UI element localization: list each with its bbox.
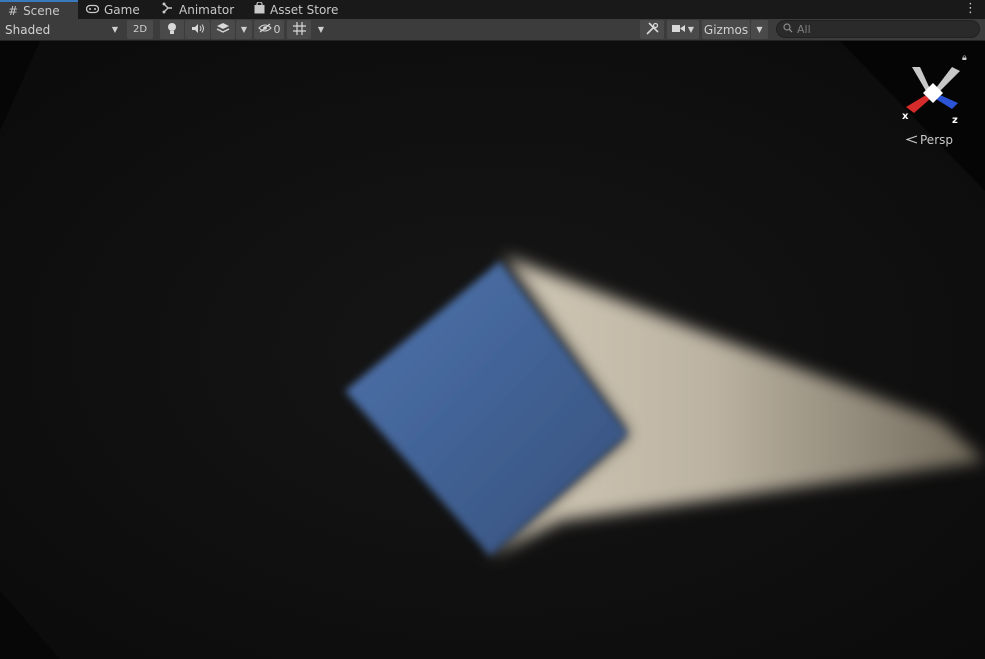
orientation-gizmo[interactable]: x z: [900, 63, 966, 125]
projection-label: Persp: [920, 133, 953, 147]
lighting-toggle[interactable]: [160, 20, 184, 39]
audio-toggle[interactable]: [185, 20, 210, 39]
store-bag-icon: [254, 1, 265, 17]
tab-label: Scene: [23, 3, 60, 18]
hidden-count: 0: [273, 23, 281, 36]
tab-animator[interactable]: Animator: [162, 0, 234, 19]
window-tab-bar: # Scene Game Animator Asset Store ⋮: [0, 0, 985, 20]
mode-2d-label: 2D: [132, 24, 148, 35]
tab-label: Asset Store: [270, 2, 339, 17]
grid-dropdown[interactable]: ▼: [313, 20, 329, 39]
camera-icon: [671, 23, 685, 36]
x-axis-label: x: [902, 111, 909, 122]
perspective-icon: [905, 133, 918, 147]
projection-toggle[interactable]: Persp: [905, 133, 953, 147]
animator-icon: [162, 2, 174, 17]
gizmos-label: Gizmos: [703, 22, 749, 37]
draw-mode-label: Shaded: [5, 22, 51, 37]
tools-toggle[interactable]: [640, 20, 664, 39]
x-axis-cone[interactable]: [906, 95, 930, 113]
chevron-down-icon: ▼: [240, 25, 248, 34]
tab-label: Animator: [179, 2, 235, 17]
chevron-down-icon: ▼: [111, 25, 118, 34]
z-axis-label: z: [952, 115, 958, 125]
scene-render: [0, 41, 985, 659]
speaker-icon: [191, 23, 205, 37]
gizmos-toggle[interactable]: Gizmos: [702, 20, 750, 39]
hidden-eye-icon: [257, 23, 272, 36]
gizmos-dropdown[interactable]: ▼: [751, 20, 768, 39]
search-icon: [783, 22, 793, 36]
grid-icon: #: [8, 3, 19, 18]
scene-visibility-toggle[interactable]: 0: [254, 20, 284, 39]
lock-icon[interactable]: 🔒︎: [962, 53, 967, 63]
layers-effects-icon: [216, 22, 230, 37]
tab-game[interactable]: Game: [85, 0, 140, 19]
more-options-icon[interactable]: ⋮: [964, 1, 977, 16]
mode-2d-toggle[interactable]: 2D: [127, 20, 153, 39]
chevron-down-icon: ▼: [687, 25, 695, 34]
tab-label: Game: [104, 2, 140, 17]
lightbulb-icon: [167, 22, 177, 38]
search-field[interactable]: All: [776, 20, 980, 38]
scene-toolbar: Shaded ▼ 2D ▼ 0 ▼ ▼ Gizmos ▼ All: [0, 19, 985, 41]
draw-mode-dropdown[interactable]: Shaded ▼: [2, 20, 122, 39]
effects-dropdown[interactable]: ▼: [236, 20, 252, 39]
chevron-down-icon: ▼: [756, 25, 763, 34]
effects-toggle[interactable]: [211, 20, 235, 39]
y-cone-up-right[interactable]: [936, 67, 960, 91]
grid-snap-icon: [292, 21, 306, 38]
z-axis-cone[interactable]: [936, 95, 958, 109]
y-cone-up-left[interactable]: [912, 67, 930, 91]
search-placeholder: All: [797, 22, 811, 36]
chevron-down-icon: ▼: [317, 25, 325, 34]
scene-viewport[interactable]: 🔒︎ x z Persp: [0, 41, 985, 659]
tab-scene[interactable]: # Scene: [0, 0, 78, 19]
camera-settings-dropdown[interactable]: ▼: [667, 20, 699, 39]
tab-asset-store[interactable]: Asset Store: [254, 0, 338, 19]
grid-toggle[interactable]: [287, 20, 311, 39]
wrench-tools-icon: [645, 21, 659, 38]
gamepad-icon: [85, 3, 100, 17]
